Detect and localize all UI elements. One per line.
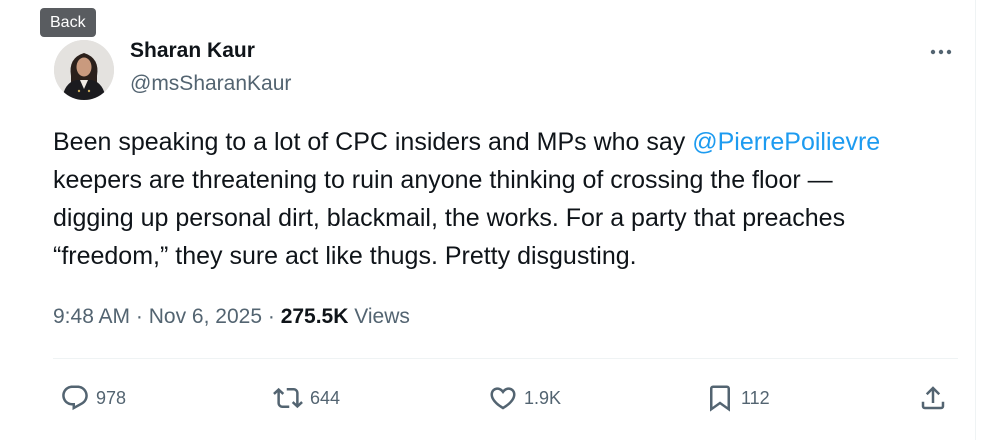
bookmark-count: 112 xyxy=(741,387,770,408)
more-options-button[interactable] xyxy=(924,40,958,64)
repost-button[interactable]: 644 xyxy=(272,380,340,416)
tweet-text-segment: Been speaking to a lot of CPC insiders a… xyxy=(53,128,693,156)
heart-icon xyxy=(490,387,516,410)
avatar[interactable] xyxy=(54,40,114,100)
tweet-date[interactable]: Nov 6, 2025 xyxy=(149,305,262,328)
tweet-detail-page: Back Sharan Kaur @msSharanKaur Been spea… xyxy=(0,0,996,440)
meta-separator: · xyxy=(267,305,275,328)
bookmark-button[interactable]: 112 xyxy=(705,380,770,416)
tweet-line: “freedom,” they sure act like thugs. Pre… xyxy=(53,242,637,270)
back-tooltip: Back xyxy=(40,8,96,37)
like-count: 1.9K xyxy=(524,387,562,408)
author-name[interactable]: Sharan Kaur xyxy=(130,39,255,63)
repost-count: 644 xyxy=(310,387,341,408)
mention-link[interactable]: @PierrePoilievre xyxy=(692,128,880,156)
divider xyxy=(53,358,958,359)
views-label: Views xyxy=(354,305,410,328)
tweet-line: keepers are threatening to ruin anyone t… xyxy=(53,166,833,194)
reply-count: 978 xyxy=(96,387,127,408)
tweet-line: digging up personal dirt, blackmail, the… xyxy=(53,204,846,232)
repost-icon xyxy=(273,387,303,409)
tweet-meta: 9:48 AM · Nov 6, 2025 · 275.5K Views xyxy=(53,305,410,329)
reply-button[interactable]: 978 xyxy=(60,380,126,416)
bookmark-icon xyxy=(710,385,730,412)
column-border xyxy=(975,0,976,440)
share-icon xyxy=(921,386,945,410)
share-button[interactable] xyxy=(918,380,948,416)
author-handle[interactable]: @msSharanKaur xyxy=(130,72,291,96)
tweet-line: Been speaking to a lot of CPC insiders a… xyxy=(53,123,968,161)
more-horizontal-icon xyxy=(930,49,952,55)
tweet-text: Been speaking to a lot of CPC insiders a… xyxy=(53,123,968,275)
tweet-time[interactable]: 9:48 AM xyxy=(53,305,130,328)
reply-icon xyxy=(62,385,88,411)
like-button[interactable]: 1.9K xyxy=(488,380,561,416)
views-count: 275.5K xyxy=(280,305,349,328)
meta-separator: · xyxy=(135,305,143,328)
